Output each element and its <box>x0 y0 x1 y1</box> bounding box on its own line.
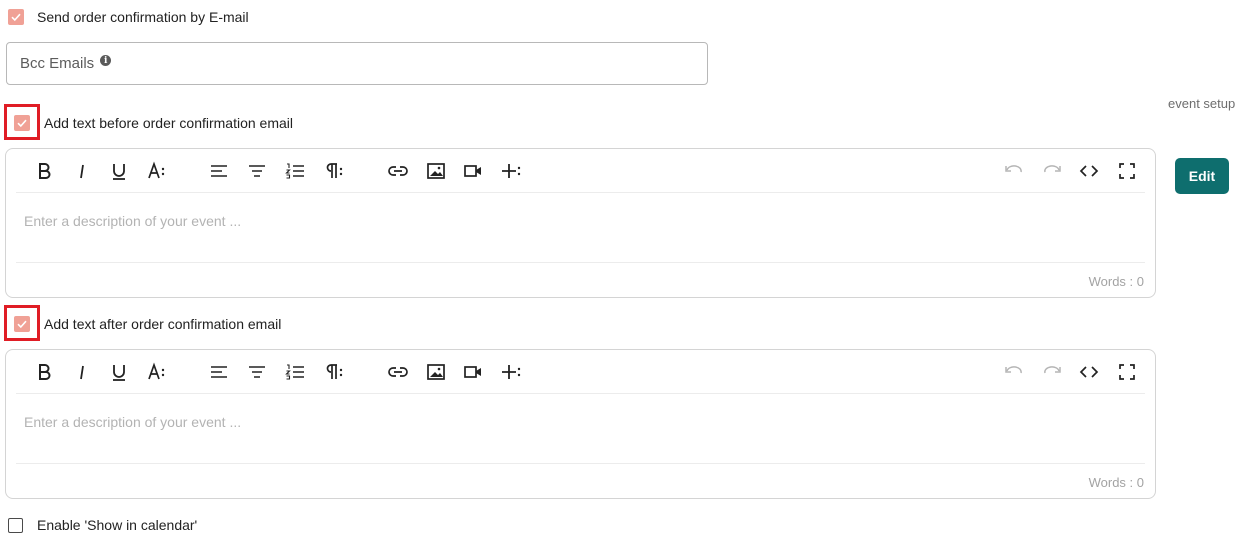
align-left-icon[interactable] <box>206 360 232 384</box>
bold-icon[interactable] <box>31 360 57 384</box>
video-icon[interactable] <box>460 360 486 384</box>
fullscreen-icon[interactable] <box>1114 159 1140 183</box>
send-confirmation-row: Send order confirmation by E-mail <box>8 9 249 25</box>
check-icon <box>17 119 27 128</box>
event-setup-link[interactable]: event setup <box>1168 96 1235 111</box>
show-calendar-row: Enable 'Show in calendar' <box>8 517 197 533</box>
paragraph-format-icon[interactable] <box>321 159 347 183</box>
font-size-icon[interactable] <box>144 159 170 183</box>
bcc-emails-field[interactable]: Bcc Emails i <box>6 42 708 85</box>
after-text-row: Add text after order confirmation email <box>14 316 281 332</box>
editor-toolbar <box>16 350 1145 394</box>
show-calendar-checkbox[interactable] <box>8 517 23 533</box>
send-confirmation-label: Send order confirmation by E-mail <box>37 9 249 25</box>
bcc-emails-label: Bcc Emails <box>20 55 95 72</box>
ordered-list-icon[interactable] <box>282 159 308 183</box>
after-text-editor: Enter a description of your event ... Wo… <box>5 349 1156 499</box>
ordered-list-icon[interactable] <box>282 360 308 384</box>
video-icon[interactable] <box>460 159 486 183</box>
word-count: Words : 0 <box>1088 475 1144 490</box>
show-calendar-label: Enable 'Show in calendar' <box>37 517 198 533</box>
undo-icon[interactable] <box>1001 159 1027 183</box>
underline-icon[interactable] <box>106 159 132 183</box>
after-text-label: Add text after order confirmation email <box>44 316 282 332</box>
image-icon[interactable] <box>423 360 449 384</box>
more-icon[interactable] <box>498 159 524 183</box>
undo-icon[interactable] <box>1001 360 1027 384</box>
link-icon[interactable] <box>385 360 411 384</box>
align-left-icon[interactable] <box>206 159 232 183</box>
italic-icon[interactable] <box>69 159 95 183</box>
fullscreen-icon[interactable] <box>1114 360 1140 384</box>
before-text-editor: Enter a description of your event ... Wo… <box>5 148 1156 298</box>
underline-icon[interactable] <box>106 360 132 384</box>
align-center-icon[interactable] <box>244 159 270 183</box>
redo-icon[interactable] <box>1039 159 1065 183</box>
editor-placeholder: Enter a description of your event ... <box>24 414 242 430</box>
image-icon[interactable] <box>423 159 449 183</box>
info-icon[interactable]: i <box>100 55 112 66</box>
editor-text-area[interactable]: Enter a description of your event ... <box>6 394 1155 464</box>
editor-footer: Words : 0 <box>16 262 1145 297</box>
editor-text-area[interactable]: Enter a description of your event ... <box>6 193 1155 263</box>
edit-button[interactable]: Edit <box>1175 158 1229 194</box>
send-confirmation-checkbox[interactable] <box>8 9 24 25</box>
before-text-row: Add text before order confirmation email <box>14 115 293 131</box>
align-center-icon[interactable] <box>244 360 270 384</box>
check-icon <box>17 320 27 329</box>
redo-icon[interactable] <box>1039 360 1065 384</box>
after-text-checkbox[interactable] <box>14 316 30 332</box>
editor-footer: Words : 0 <box>16 463 1145 498</box>
bold-icon[interactable] <box>31 159 57 183</box>
paragraph-format-icon[interactable] <box>321 360 347 384</box>
font-size-icon[interactable] <box>144 360 170 384</box>
more-icon[interactable] <box>498 360 524 384</box>
before-text-checkbox[interactable] <box>14 115 30 131</box>
before-text-label: Add text before order confirmation email <box>44 115 294 131</box>
code-view-icon[interactable] <box>1076 360 1102 384</box>
italic-icon[interactable] <box>69 360 95 384</box>
editor-placeholder: Enter a description of your event ... <box>24 213 242 229</box>
link-icon[interactable] <box>385 159 411 183</box>
code-view-icon[interactable] <box>1076 159 1102 183</box>
check-icon <box>11 13 21 22</box>
word-count: Words : 0 <box>1088 274 1144 289</box>
editor-toolbar <box>16 149 1145 193</box>
